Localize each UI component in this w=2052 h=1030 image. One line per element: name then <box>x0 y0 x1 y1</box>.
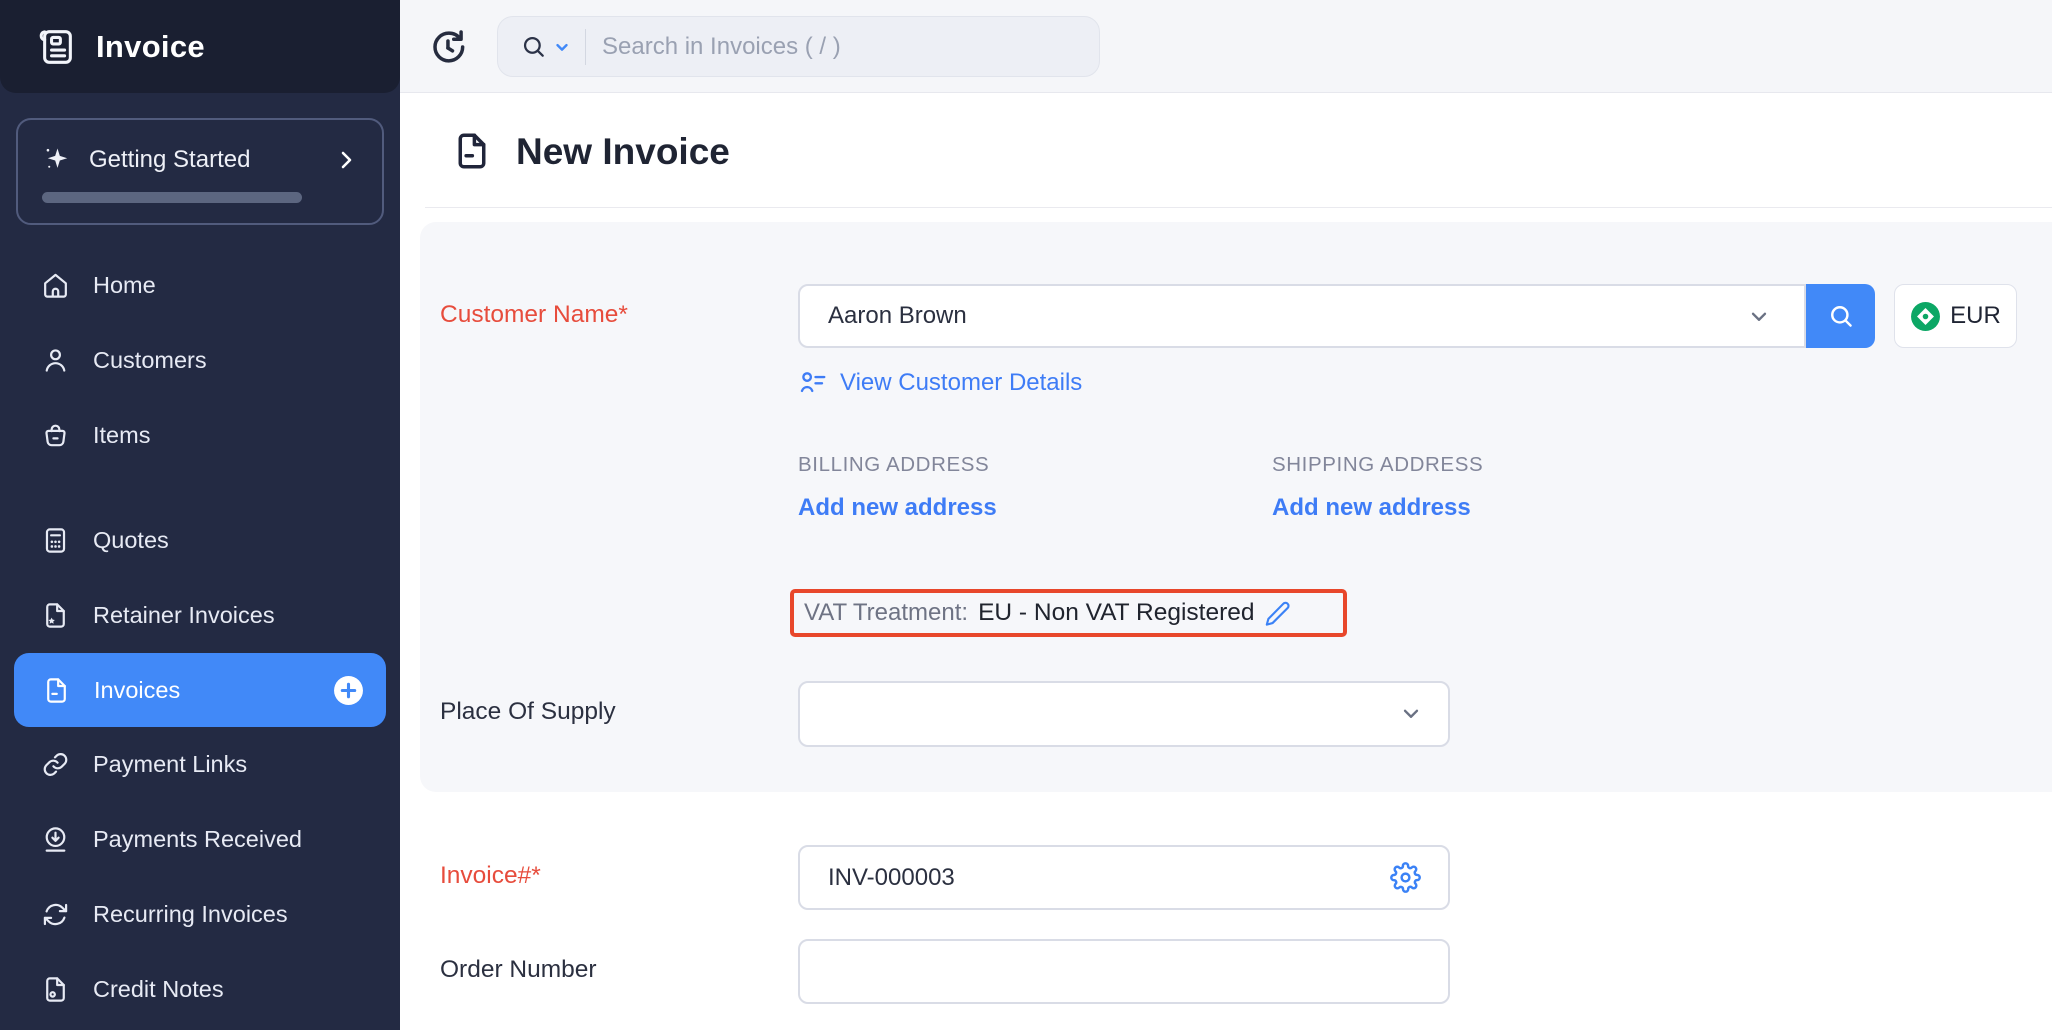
vat-treatment-label: VAT Treatment: <box>804 599 968 627</box>
customer-section: Customer Name* EUR <box>420 222 2052 792</box>
vat-treatment-value: EU - Non VAT Registered <box>978 599 1254 627</box>
new-invoice-doc-icon <box>450 129 494 173</box>
sidebar-item-label: Payments Received <box>93 826 376 853</box>
search-icon <box>1827 302 1855 330</box>
invoices-icon <box>41 675 72 706</box>
sidebar-item-label: Payment Links <box>93 751 376 778</box>
payment-links-icon <box>40 749 71 780</box>
items-icon <box>40 420 71 451</box>
view-customer-details-label: View Customer Details <box>840 369 1082 397</box>
payments-received-icon <box>40 824 71 855</box>
page-title: New Invoice <box>516 131 730 173</box>
invoice-logo-icon <box>32 24 78 70</box>
sidebar-item-label: Customers <box>93 347 376 374</box>
sidebar-item-payment-links[interactable]: Payment Links <box>0 727 400 802</box>
main-content: New Invoice Customer Name* <box>400 0 2052 1030</box>
sidebar-item-home[interactable]: Home <box>0 248 400 323</box>
place-of-supply-label: Place Of Supply <box>440 698 616 726</box>
sidebar-item-quotes[interactable]: Quotes <box>0 503 400 578</box>
customer-details-icon <box>798 368 828 398</box>
sidebar-item-items[interactable]: Items <box>0 398 400 473</box>
customer-name-combo <box>798 284 1875 348</box>
sidebar-item-payments-received[interactable]: Payments Received <box>0 802 400 877</box>
sidebar-nav: Home Customers Items <box>0 248 400 1027</box>
quotes-icon <box>40 525 71 556</box>
invoice-number-label: Invoice#* <box>440 862 541 890</box>
customer-name-label: Customer Name* <box>440 301 628 329</box>
sidebar-item-label: Quotes <box>93 527 376 554</box>
getting-started-label: Getting Started <box>89 146 318 174</box>
app-window: Invoice Getting Started <box>0 0 2052 1030</box>
sidebar-item-credit-notes[interactable]: Credit Notes <box>0 952 400 1027</box>
sidebar-item-label: Invoices <box>94 677 311 704</box>
shipping-address-heading: SHIPPING ADDRESS <box>1272 453 1483 477</box>
edit-pencil-icon[interactable] <box>1264 600 1291 627</box>
recurring-invoices-icon <box>40 899 71 930</box>
customer-name-input[interactable] <box>798 284 1806 348</box>
search-input[interactable] <box>602 33 1099 61</box>
sidebar-item-label: Credit Notes <box>93 976 376 1003</box>
sidebar-item-recurring-invoices[interactable]: Recurring Invoices <box>0 877 400 952</box>
currency-code: EUR <box>1950 302 2001 330</box>
sidebar-item-retainer-invoices[interactable]: Retainer Invoices <box>0 578 400 653</box>
place-of-supply-select[interactable] <box>798 681 1450 747</box>
customers-icon <box>40 345 71 376</box>
page-header: New Invoice <box>400 94 2052 207</box>
app-logo[interactable]: Invoice <box>0 0 400 93</box>
header-divider <box>425 207 2052 208</box>
sidebar-item-label: Items <box>93 422 376 449</box>
sparkle-icon <box>42 144 73 175</box>
chevron-right-icon <box>334 148 358 172</box>
search-icon <box>520 33 547 60</box>
sidebar-item-label: Recurring Invoices <box>93 901 376 928</box>
sidebar-item-label: Home <box>93 272 376 299</box>
getting-started-progress-bar <box>42 192 302 203</box>
customer-search-button[interactable] <box>1806 284 1875 348</box>
sidebar: Invoice Getting Started <box>0 0 400 1030</box>
credit-notes-icon <box>40 974 71 1005</box>
chevron-down-icon <box>1400 703 1422 725</box>
add-invoice-icon[interactable] <box>333 675 364 706</box>
recent-history-icon[interactable] <box>428 26 470 68</box>
order-number-input[interactable] <box>798 939 1450 1004</box>
billing-address-heading: BILLING ADDRESS <box>798 453 989 477</box>
order-number-label: Order Number <box>440 956 597 984</box>
global-search[interactable] <box>497 16 1100 77</box>
sidebar-item-label: Retainer Invoices <box>93 602 376 629</box>
sidebar-item-invoices[interactable]: Invoices <box>14 653 386 727</box>
getting-started-card[interactable]: Getting Started <box>16 118 384 225</box>
invoice-number-input[interactable] <box>798 845 1450 910</box>
retainer-invoices-icon <box>40 600 71 631</box>
sidebar-item-customers[interactable]: Customers <box>0 323 400 398</box>
currency-button[interactable]: EUR <box>1894 284 2017 348</box>
home-icon <box>40 270 71 301</box>
topbar <box>400 0 2052 93</box>
currency-euro-icon <box>1910 301 1941 332</box>
vat-treatment-highlight-box: VAT Treatment: EU - Non VAT Registered <box>790 589 1347 637</box>
invoice-number-settings-gear-icon[interactable] <box>1390 862 1421 893</box>
view-customer-details-link[interactable]: View Customer Details <box>798 368 1082 398</box>
search-scope-chevron-icon[interactable] <box>553 38 571 56</box>
search-divider <box>585 29 586 65</box>
app-title: Invoice <box>96 29 205 65</box>
billing-add-new-address-link[interactable]: Add new address <box>798 494 997 522</box>
shipping-add-new-address-link[interactable]: Add new address <box>1272 494 1471 522</box>
